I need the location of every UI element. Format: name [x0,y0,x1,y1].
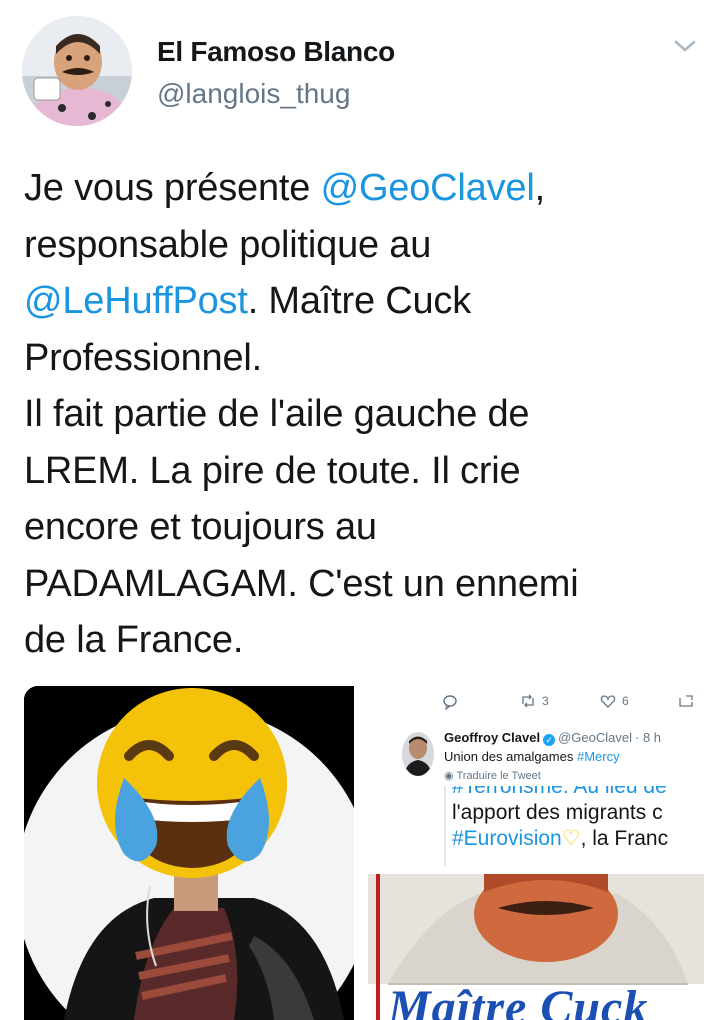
tweet-text-line: @LeHuffPost. Maître Cuck [24,273,704,330]
embedded-tweet-actions: 3 6 [368,686,704,721]
heart-icon [600,695,616,708]
quote-hashtag: #Eurovision [452,827,562,850]
tweet-text: Je vous présente @GeoClavel, responsable … [24,160,704,669]
globe-icon: ◉ [444,770,454,782]
retweet-icon [522,694,534,708]
embedded-author-avatar [402,732,434,776]
author-display-name[interactable]: El Famoso Blanco [157,36,395,68]
embedded-author-line: Geoffroy Clavel ✓ @GeoClavel · 8 h [444,730,661,746]
tweet-text-segment: LREM. La pire de toute. Il crie [24,449,521,492]
tweet-text-line: Il fait partie de l'aile gauche de [24,386,704,443]
media-grid: 3 6 Geoffroy Clavel ✓ @GeoClavel · 8 h U… [24,686,704,1020]
translate-tweet-link: ◉ Traduire le Tweet [444,769,541,782]
meme-image[interactable]: Maître Cuck [368,874,704,1020]
embedded-tweet-card: Geoffroy Clavel ✓ @GeoClavel · 8 h Union de… [368,720,704,866]
embedded-hashtag: #Mercy [576,749,620,764]
tweet-text-segment: responsable politique au [24,223,432,266]
mention-link[interactable]: @LeHuffPost [24,280,248,322]
quote-line-1: #Terrorisme. Au lieu de [452,786,667,798]
tweet-text-segment: encore et toujours au [24,506,377,548]
tweet-text-line: Je vous présente @GeoClavel, [24,160,704,217]
quote-line-3-rest: , la Franc [580,827,669,850]
tweet-text-segment: Il fait partie de l'aile gauche de [24,393,530,435]
embedded-tweet-screenshot[interactable]: 3 6 Geoffroy Clavel ✓ @GeoClavel · 8 h U… [368,686,704,866]
tweet-text-segment: de la France. [24,619,244,661]
share-icon [678,694,694,708]
tweet-card: El Famoso Blanco @langlois_thug Je vous … [0,0,720,1020]
tweet-text-segment: Professionnel. [24,336,263,379]
tweet-text-line: Professionnel. [24,330,704,387]
tweet-text-line: responsable politique au [24,217,704,274]
tweet-text-segment: , [534,167,546,209]
meme-caption: Maître Cuck [388,981,649,1020]
heart-outline-icon: ♡ [561,827,581,850]
embedded-tweet-text: Union des amalgames #Mercy [444,749,620,764]
tweet-text-line: de la France. [24,612,704,669]
like-count: 6 [600,694,629,708]
embedded-quote-text: #Terrorisme. Au lieu de l'apport des mig… [444,786,704,866]
embedded-author-handle: @GeoClavel [558,730,632,745]
verified-icon: ✓ [543,734,556,746]
tweet-text-line: PADAMLAGAM. C'est un ennemi [24,556,704,613]
tweet-text-line: encore et toujours au [24,499,704,556]
tweet-text-segment: . Maître Cuck [247,280,472,322]
author-handle[interactable]: @langlois_thug [157,78,350,110]
translate-label: Traduire le Tweet [456,770,541,782]
quote-line-2: l'apport des migrants c [452,801,663,824]
tweet-text-segment: PADAMLAGAM. C'est un ennemi [24,562,579,605]
tweet-text-line: LREM. La pire de toute. Il crie [24,443,704,500]
photo-person-emoji[interactable] [24,686,354,1020]
reply-icon [442,694,458,710]
like-count-label: 6 [622,694,629,708]
author-avatar[interactable] [22,16,132,126]
mention-link[interactable]: @GeoClavel [321,167,535,209]
retweet-count: 3 [520,694,549,708]
quote-line-3: #Eurovision♡, la Franc [446,826,704,852]
tweet-text-segment: Je vous présente [24,167,321,209]
retweet-count-label: 3 [542,694,549,708]
embedded-author-name: Geoffroy Clavel [444,730,541,745]
embedded-tweet-time: · 8 h [635,730,662,745]
embedded-text-prefix: Union des amalgames [444,749,577,764]
chevron-down-icon[interactable] [672,36,698,56]
